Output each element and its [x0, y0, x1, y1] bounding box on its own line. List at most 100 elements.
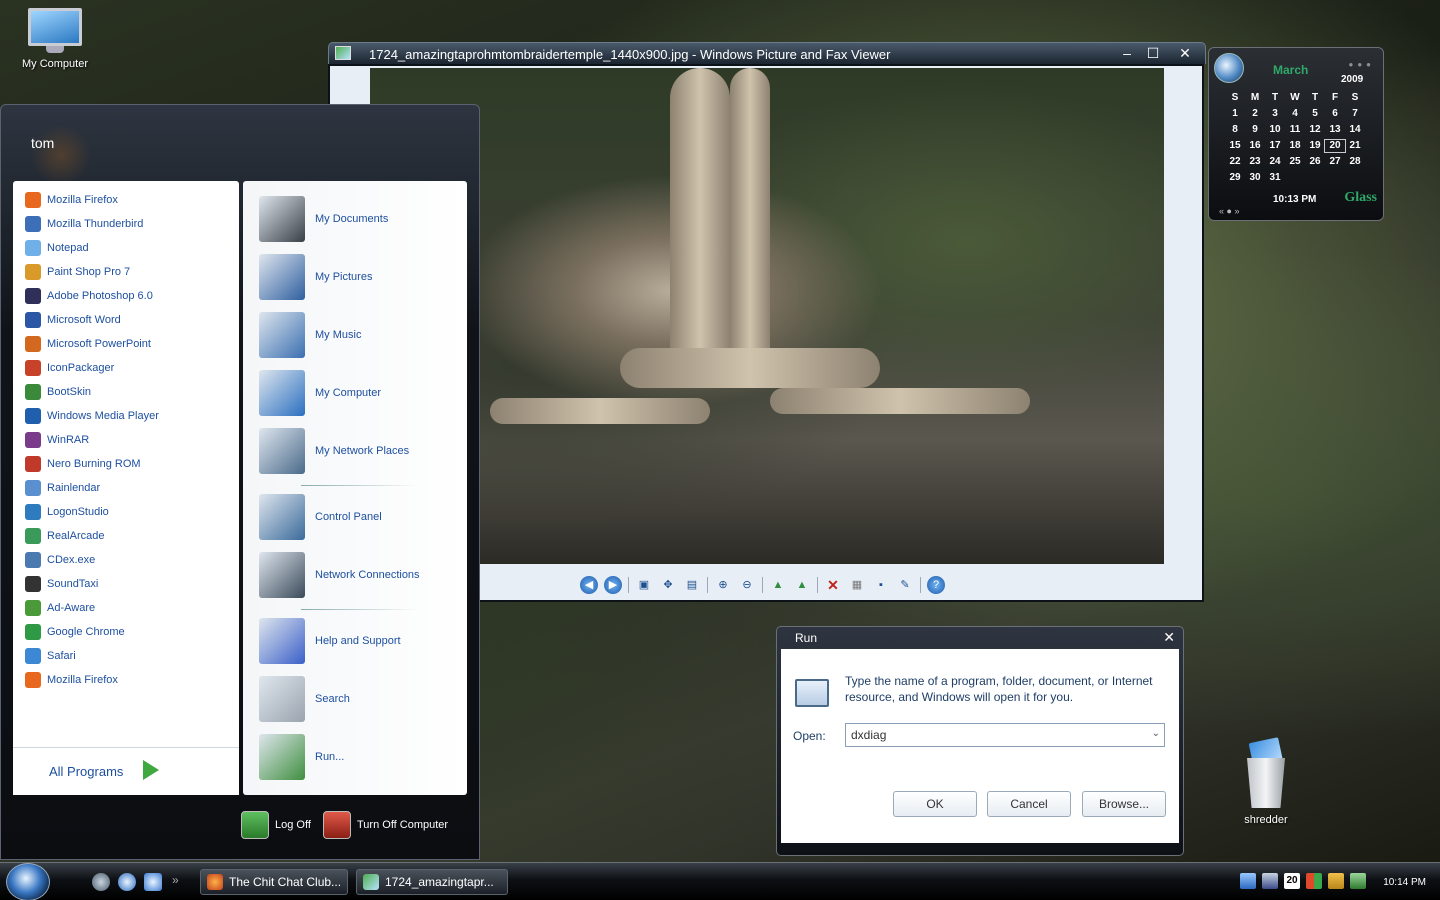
program-item[interactable]: Google Chrome — [25, 621, 125, 643]
program-item[interactable]: Mozilla Firefox — [25, 669, 118, 691]
calendar-day[interactable]: 26 — [1305, 156, 1325, 168]
program-item[interactable]: Notepad — [25, 237, 89, 259]
place-item[interactable]: My Pictures — [259, 251, 372, 303]
open-combobox[interactable]: dxdiag ⌄ — [845, 723, 1165, 747]
calendar-day[interactable]: 16 — [1245, 140, 1265, 152]
program-item[interactable]: Ad-Aware — [25, 597, 95, 619]
help-icon[interactable]: ? — [927, 576, 945, 594]
tray-zonealarm-icon[interactable] — [1262, 873, 1278, 889]
program-item[interactable]: Microsoft Word — [25, 309, 121, 331]
desktop-icon-shredder[interactable]: shredder — [1221, 737, 1311, 826]
show-desktop-icon[interactable] — [92, 873, 110, 891]
chevron-down-icon[interactable]: ⌄ — [1152, 728, 1160, 739]
program-item[interactable]: Windows Media Player — [25, 405, 159, 427]
calendar-day[interactable]: 29 — [1225, 172, 1245, 184]
all-programs-button[interactable]: All Programs — [13, 747, 239, 795]
calendar-day[interactable]: 20 — [1324, 139, 1346, 153]
taskbar-button[interactable]: The Chit Chat Club... — [200, 869, 348, 895]
program-item[interactable]: Rainlendar — [25, 477, 100, 499]
chevron-icon[interactable]: » — [172, 873, 182, 891]
gadget-controls[interactable]: ●●● — [1349, 60, 1376, 69]
place-item[interactable]: Search — [259, 673, 350, 725]
calendar-nav[interactable]: « ● » — [1219, 206, 1239, 216]
program-item[interactable]: Adobe Photoshop 6.0 — [25, 285, 153, 307]
tray-volume-icon[interactable] — [1350, 873, 1366, 889]
program-item[interactable]: RealArcade — [25, 525, 104, 547]
calendar-day[interactable]: 23 — [1245, 156, 1265, 168]
calendar-day[interactable]: 4 — [1285, 108, 1305, 120]
browse-button[interactable]: Browse... — [1082, 791, 1166, 817]
place-item[interactable]: Network Connections — [259, 549, 420, 601]
calendar-day[interactable]: 25 — [1285, 156, 1305, 168]
close-button[interactable]: ✕ — [1163, 629, 1175, 646]
place-item[interactable]: My Network Places — [259, 425, 409, 477]
calendar-day[interactable]: 27 — [1325, 156, 1345, 168]
calendar-day[interactable]: 7 — [1345, 108, 1365, 120]
open-input-value[interactable]: dxdiag — [851, 728, 886, 742]
program-item[interactable]: Mozilla Thunderbird — [25, 213, 143, 235]
calendar-day[interactable]: 11 — [1285, 124, 1305, 136]
start-button[interactable] — [6, 863, 50, 900]
program-item[interactable]: Nero Burning ROM — [25, 453, 141, 475]
cancel-button[interactable]: Cancel — [987, 791, 1071, 817]
log-off-button[interactable]: Log Off — [241, 811, 311, 839]
minimize-button[interactable]: – — [1117, 45, 1137, 61]
window-titlebar[interactable]: 1724_amazingtaprohmtombraidertemple_1440… — [328, 42, 1206, 64]
calendar-day[interactable]: 22 — [1225, 156, 1245, 168]
calendar-day[interactable]: 17 — [1265, 140, 1285, 152]
delete-icon[interactable]: ✕ — [824, 576, 842, 594]
program-item[interactable]: Mozilla Firefox — [25, 189, 118, 211]
calendar-day[interactable]: 28 — [1345, 156, 1365, 168]
place-item[interactable]: Help and Support — [259, 615, 401, 667]
program-item[interactable]: Microsoft PowerPoint — [25, 333, 151, 355]
calendar-day[interactable]: 18 — [1285, 140, 1305, 152]
taskbar-clock[interactable]: 10:14 PM — [1383, 877, 1426, 888]
save-icon[interactable]: ▪ — [872, 576, 890, 594]
calendar-day[interactable]: 24 — [1265, 156, 1285, 168]
calendar-day[interactable]: 8 — [1225, 124, 1245, 136]
calendar-day[interactable]: 9 — [1245, 124, 1265, 136]
calendar-day[interactable]: 2 — [1245, 108, 1265, 120]
rotate-counterclockwise-icon[interactable]: ▲ — [793, 576, 811, 594]
tray-flag-icon[interactable] — [1306, 873, 1322, 889]
calendar-day[interactable]: 12 — [1305, 124, 1325, 136]
calendar-day[interactable]: 1 — [1225, 108, 1245, 120]
calendar-day[interactable]: 3 — [1265, 108, 1285, 120]
calendar-day[interactable]: 5 — [1305, 108, 1325, 120]
best-fit-icon[interactable]: ▣ — [635, 576, 653, 594]
zoom-in-icon[interactable]: ⊕ — [714, 576, 732, 594]
place-item[interactable]: My Documents — [259, 193, 388, 245]
program-item[interactable]: WinRAR — [25, 429, 89, 451]
ok-button[interactable]: OK — [893, 791, 977, 817]
maximize-button[interactable]: ☐ — [1143, 45, 1163, 61]
calendar-day[interactable]: 10 — [1265, 124, 1285, 136]
quick-launch-icon[interactable] — [144, 873, 162, 891]
desktop-icon-my-computer[interactable]: My Computer — [10, 8, 100, 70]
tray-calendar-icon[interactable]: 20 — [1284, 873, 1300, 889]
program-item[interactable]: IconPackager — [25, 357, 114, 379]
program-item[interactable]: Safari — [25, 645, 76, 667]
calendar-day[interactable]: 19 — [1305, 140, 1325, 152]
calendar-day[interactable]: 31 — [1265, 172, 1285, 184]
rotate-clockwise-icon[interactable]: ▲ — [769, 576, 787, 594]
calendar-day[interactable]: 30 — [1245, 172, 1265, 184]
tray-network-icon[interactable] — [1240, 873, 1256, 889]
calendar-day[interactable]: 21 — [1345, 140, 1365, 152]
next-image-icon[interactable]: ▶ — [604, 576, 622, 594]
slideshow-icon[interactable]: ▤ — [683, 576, 701, 594]
program-item[interactable]: LogonStudio — [25, 501, 109, 523]
calendar-day[interactable]: 15 — [1225, 140, 1245, 152]
place-item[interactable]: Control Panel — [259, 491, 382, 543]
program-item[interactable]: Paint Shop Pro 7 — [25, 261, 130, 283]
place-item[interactable]: My Music — [259, 309, 361, 361]
calendar-day[interactable]: 6 — [1325, 108, 1345, 120]
close-button[interactable]: ✕ — [1175, 45, 1195, 61]
calendar-day[interactable]: 13 — [1325, 124, 1345, 136]
taskbar-button[interactable]: 1724_amazingtapr... — [356, 869, 508, 895]
previous-image-icon[interactable]: ◀ — [580, 576, 598, 594]
zoom-out-icon[interactable]: ⊖ — [738, 576, 756, 594]
program-item[interactable]: CDex.exe — [25, 549, 95, 571]
program-item[interactable]: BootSkin — [25, 381, 91, 403]
tray-shield-icon[interactable] — [1328, 873, 1344, 889]
place-item[interactable]: Run... — [259, 731, 344, 783]
